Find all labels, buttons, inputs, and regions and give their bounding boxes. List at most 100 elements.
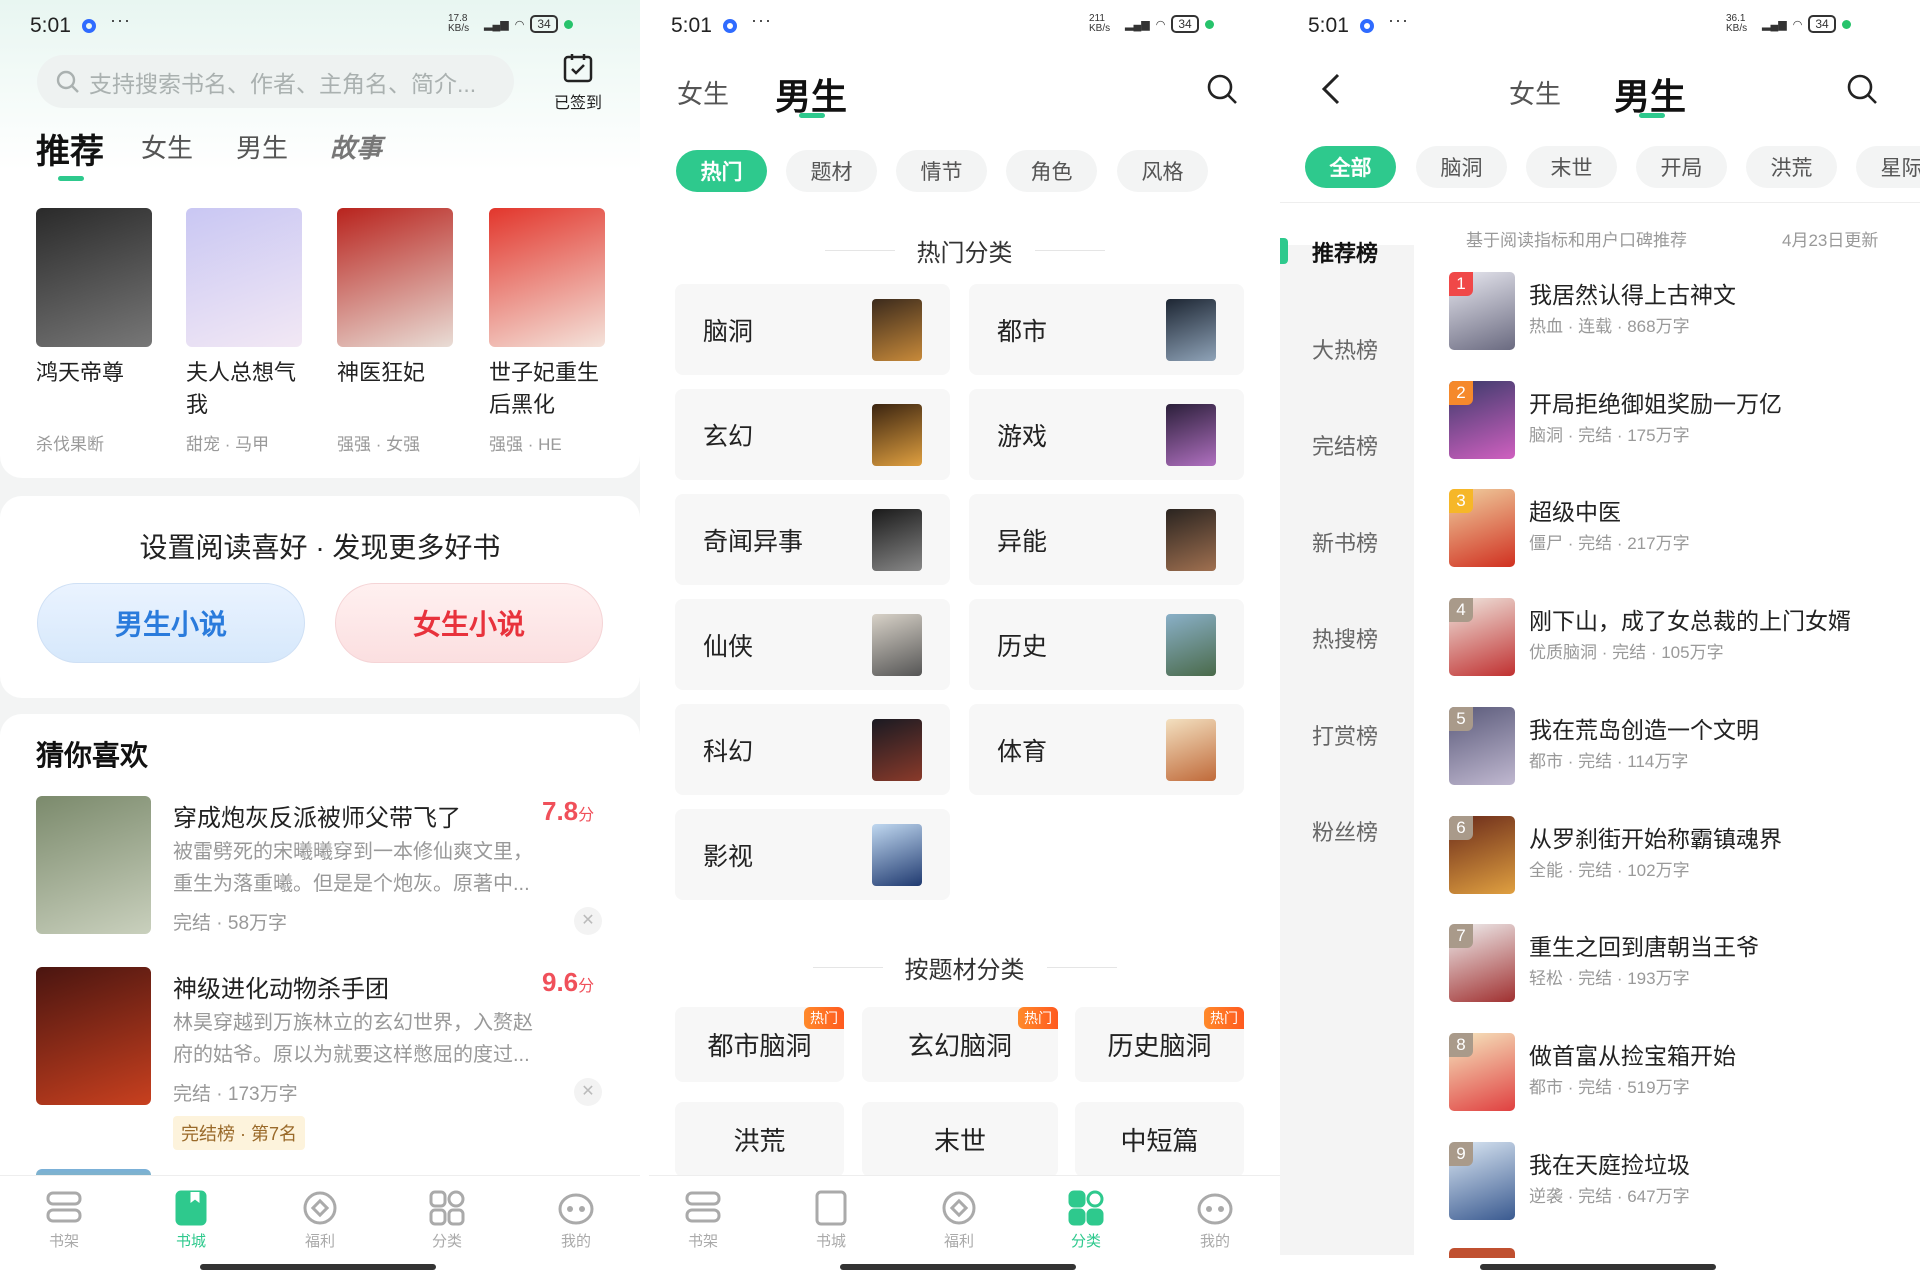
search-icon[interactable] bbox=[1205, 72, 1239, 106]
category-tile[interactable]: 科幻 bbox=[675, 704, 950, 795]
nav-tab-0[interactable]: 书架 bbox=[29, 1190, 99, 1251]
category-icon bbox=[412, 1190, 482, 1226]
ranking-list-tab[interactable]: 推荐榜 bbox=[1312, 236, 1378, 268]
filter-chip[interactable]: 星际 bbox=[1856, 146, 1920, 188]
filter-chip[interactable]: 角色 bbox=[1006, 150, 1097, 192]
filter-chip[interactable]: 题材 bbox=[786, 150, 877, 192]
category-tile[interactable]: 玄幻 bbox=[675, 389, 950, 480]
book-tags: 甜宠 · 马甲 bbox=[186, 435, 270, 454]
tab-female[interactable]: 女生 bbox=[141, 128, 193, 165]
dismiss-icon[interactable]: ✕ bbox=[574, 907, 602, 935]
filter-chip[interactable]: 开局 bbox=[1636, 146, 1727, 188]
search-icon bbox=[56, 70, 79, 93]
home-indicator[interactable] bbox=[1480, 1264, 1716, 1270]
category-tile[interactable]: 历史 bbox=[969, 599, 1244, 690]
category-tile[interactable]: 奇闻异事 bbox=[675, 494, 950, 585]
topic-tile[interactable]: 末世 bbox=[862, 1102, 1058, 1177]
book-cover bbox=[186, 208, 302, 347]
topic-name: 中短篇 bbox=[1120, 1126, 1199, 1156]
ranking-item[interactable]: 2 开局拒绝御姐奖励一万亿 脑洞 · 完结 · 175万字 bbox=[1449, 380, 1919, 481]
featured-book[interactable]: 神医狂妃 强强 · 女强 bbox=[337, 208, 457, 468]
category-tile[interactable]: 脑洞 bbox=[675, 284, 950, 375]
ranking-item[interactable]: 1 我居然认得上古神文 热血 · 连载 · 868万字 bbox=[1449, 272, 1919, 372]
category-tile[interactable]: 体育 bbox=[969, 704, 1244, 795]
tab-female[interactable]: 女生 bbox=[1509, 74, 1561, 111]
category-name: 影视 bbox=[703, 842, 754, 871]
ranking-list-tab[interactable]: 完结榜 bbox=[1312, 429, 1378, 461]
book-meta: 完结 · 173万字 bbox=[173, 1084, 298, 1105]
nav-tab-3[interactable]: 分类 bbox=[1051, 1190, 1121, 1251]
book-title: 做首富从捡宝箱开始 bbox=[1529, 1042, 1736, 1069]
book-desc-line: 府的姑爷。原以为就要这样憋屈的度过... bbox=[173, 1044, 530, 1066]
ranking-item[interactable]: 5 我在荒岛创造一个文明 都市 · 完结 · 114万字 bbox=[1449, 706, 1919, 807]
book-cover bbox=[36, 796, 151, 934]
score-unit: 分 bbox=[578, 807, 595, 824]
tab-stories[interactable]: 故事 bbox=[330, 128, 382, 165]
dismiss-icon[interactable]: ✕ bbox=[574, 1078, 602, 1106]
category-thumbnail bbox=[872, 403, 922, 466]
filter-chip[interactable]: 脑洞 bbox=[1416, 146, 1507, 188]
tab-male[interactable]: 男生 bbox=[236, 128, 288, 165]
category-tile[interactable]: 仙侠 bbox=[675, 599, 950, 690]
featured-book[interactable]: 世子妃重生后黑化 强强 · HE bbox=[489, 208, 609, 468]
recommend-item[interactable]: 神级进化动物杀手团 9.6分 林昊穿越到万族林立的玄幻世界，入赘赵 府的姑爷。原以为就… bbox=[0, 967, 640, 1150]
back-arrow-icon[interactable] bbox=[1320, 72, 1342, 106]
ranking-item[interactable]: 6 从罗刹街开始称霸镇魂界 全能 · 完结 · 102万字 bbox=[1449, 815, 1919, 916]
filter-chip[interactable]: 洪荒 bbox=[1746, 146, 1837, 188]
search-icon[interactable] bbox=[1845, 72, 1879, 106]
ranking-item[interactable]: 4 刚下山，成了女总裁的上门女婿 优质脑洞 · 完结 · 105万字 bbox=[1449, 598, 1919, 698]
filter-chip[interactable]: 风格 bbox=[1117, 150, 1208, 192]
ranking-item[interactable]: 9 我在天庭捡垃圾 逆袭 · 完结 · 647万字 bbox=[1449, 1141, 1919, 1242]
ranking-item[interactable]: 7 重生之回到唐朝当王爷 轻松 · 完结 · 193万字 bbox=[1449, 924, 1919, 1024]
ranking-list-tab[interactable]: 热搜榜 bbox=[1312, 622, 1378, 654]
category-tile[interactable]: 游戏 bbox=[969, 389, 1244, 480]
female-novel-button[interactable]: 女生小说 bbox=[335, 583, 603, 663]
nav-tab-4[interactable]: 我的 bbox=[1180, 1190, 1250, 1251]
topic-tile[interactable]: 洪荒 bbox=[675, 1102, 844, 1177]
status-time: 5:01 bbox=[671, 14, 712, 37]
nav-tab-2[interactable]: 福利 bbox=[924, 1190, 994, 1251]
category-tile[interactable]: 异能 bbox=[969, 494, 1244, 585]
book-title: 刚下山，成了女总裁的上门女婿 bbox=[1529, 608, 1851, 635]
home-indicator[interactable] bbox=[200, 1264, 436, 1270]
book-desc-line: 重生为落重曦。但是是个炮灰。原著中... bbox=[173, 873, 530, 895]
ranking-list-tab[interactable]: 大热榜 bbox=[1312, 333, 1378, 365]
topic-tile[interactable]: 中短篇 bbox=[1075, 1102, 1244, 1177]
topic-tile[interactable]: 都市脑洞 热门 bbox=[675, 1007, 844, 1082]
ranking-item[interactable]: 8 做首富从捡宝箱开始 都市 · 完结 · 519万字 bbox=[1449, 1032, 1919, 1133]
book-cover[interactable] bbox=[1449, 1248, 1515, 1258]
nav-tab-4[interactable]: 我的 bbox=[541, 1190, 611, 1251]
featured-book[interactable]: 夫人总想气我 甜宠 · 马甲 bbox=[186, 208, 306, 468]
ranking-list-tab[interactable]: 打赏榜 bbox=[1312, 719, 1378, 751]
featured-book[interactable]: 鸿天帝尊 杀伐果断 bbox=[36, 208, 156, 468]
nav-tab-1[interactable]: 书城 bbox=[156, 1190, 226, 1251]
category-thumbnail bbox=[1166, 508, 1216, 571]
nav-tab-3[interactable]: 分类 bbox=[412, 1190, 482, 1251]
category-screen: 5:01 ··· 211 KB/s ▂▄▆ ◠ 34 女生 男生 热门 题材 情节角… bbox=[649, 0, 1280, 1280]
nav-tab-label: 我的 bbox=[1199, 1233, 1230, 1250]
tab-recommend[interactable]: 推荐 bbox=[36, 124, 104, 173]
ranking-list-tab[interactable]: 新书榜 bbox=[1312, 526, 1378, 558]
filter-chip[interactable]: 热门 bbox=[676, 150, 767, 192]
topic-tile[interactable]: 历史脑洞 热门 bbox=[1075, 1007, 1244, 1082]
filter-chip[interactable]: 全部 bbox=[1305, 146, 1396, 188]
tab-female[interactable]: 女生 bbox=[677, 74, 729, 111]
filter-chip[interactable]: 末世 bbox=[1526, 146, 1617, 188]
book-score: 9.6分 bbox=[542, 967, 594, 998]
filter-chip[interactable]: 情节 bbox=[896, 150, 987, 192]
checkin-button[interactable]: 已签到 bbox=[546, 52, 610, 113]
nav-tab-1[interactable]: 书城 bbox=[796, 1190, 866, 1251]
ranking-item[interactable]: 3 超级中医 僵尸 · 完结 · 217万字 bbox=[1449, 489, 1919, 589]
search-input[interactable]: 支持搜索书名、作者、主角名、简介... bbox=[37, 55, 514, 108]
recommend-item[interactable]: 穿成炮灰反派被师父带飞了 7.8分 被雷劈死的宋曦曦穿到一本修仙爽文里， 重生为落重曦… bbox=[0, 796, 640, 956]
topic-tile[interactable]: 玄幻脑洞 热门 bbox=[862, 1007, 1058, 1082]
category-name: 历史 bbox=[997, 632, 1048, 661]
home-indicator[interactable] bbox=[840, 1264, 1076, 1270]
book-desc-line: 被雷劈死的宋曦曦穿到一本修仙爽文里， bbox=[173, 841, 533, 863]
category-tile[interactable]: 影视 bbox=[675, 809, 950, 900]
nav-tab-2[interactable]: 福利 bbox=[285, 1190, 355, 1251]
ranking-list-tab[interactable]: 粉丝榜 bbox=[1312, 815, 1378, 847]
male-novel-button[interactable]: 男生小说 bbox=[37, 583, 305, 663]
category-tile[interactable]: 都市 bbox=[969, 284, 1244, 375]
nav-tab-0[interactable]: 书架 bbox=[668, 1190, 738, 1251]
